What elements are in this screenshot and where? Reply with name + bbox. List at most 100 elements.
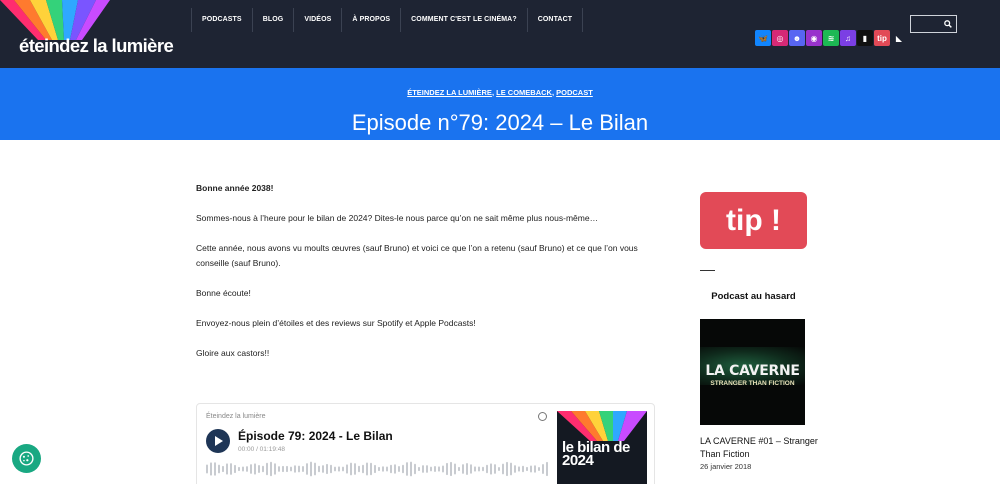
cover-title: le bilan de 2024 — [562, 439, 630, 469]
waveform-bar — [526, 466, 528, 472]
waveform-bar — [506, 461, 508, 477]
article-body: Bonne année 2038! Sommes-nous à l’heure … — [196, 181, 656, 376]
podcast-addict-icon[interactable]: ♫ — [840, 30, 856, 46]
waveform-bar — [286, 465, 288, 473]
waveform-seekbar[interactable] — [206, 460, 551, 478]
waveform-bar — [274, 463, 276, 475]
waveform-bar — [238, 466, 240, 472]
article-paragraph: Sommes-nous à l’heure pour le bilan de 2… — [196, 213, 599, 223]
category-link[interactable]: LE COMEBACK — [496, 88, 552, 97]
waveform-bar — [450, 461, 452, 477]
site-header: éteindez la lumière PODCASTS BLOG VIDÉOS… — [0, 0, 1000, 68]
bluesky-icon[interactable]: 🦋 — [755, 30, 771, 46]
waveform-bar — [426, 465, 428, 473]
episode-cover: le bilan de 2024 — [557, 411, 647, 484]
waveform-bar — [546, 461, 548, 477]
waveform-bar — [382, 466, 384, 472]
waveform-bar — [458, 466, 460, 472]
waveform-bar — [442, 465, 444, 473]
podcast-player: Éteindez la lumière Épisode 79: 2024 - L… — [196, 403, 655, 484]
cookie-consent-button[interactable] — [12, 444, 41, 473]
rss-icon[interactable]: ◣ — [891, 30, 907, 46]
waveform-bar — [230, 463, 232, 475]
spotify-icon[interactable]: ≋ — [823, 30, 839, 46]
logo-rainbow-rays — [0, 0, 110, 40]
waveform-bar — [302, 466, 304, 472]
waveform-bar — [378, 466, 380, 472]
waveform-bar — [318, 465, 320, 473]
waveform-bar — [354, 463, 356, 475]
waveform-bar — [314, 462, 316, 476]
waveform-bar — [530, 465, 532, 473]
tipeee-button[interactable]: tip ! — [700, 192, 807, 249]
cover-rainbow-rays — [557, 411, 647, 441]
waveform-bar — [262, 465, 264, 473]
waveform-bar — [466, 463, 468, 475]
nav-blog[interactable]: BLOG — [251, 8, 294, 32]
waveform-bar — [278, 466, 280, 472]
post-banner: ÉTEINDEZ LA LUMIÈRE, LE COMEBACK, PODCAS… — [0, 68, 1000, 140]
instagram-icon[interactable]: ◎ — [772, 30, 788, 46]
nav-videos[interactable]: VIDÉOS — [293, 8, 341, 32]
waveform-bar — [542, 464, 544, 474]
waveform-bar — [366, 462, 368, 476]
waveform-bar — [482, 466, 484, 472]
waveform-bar — [362, 464, 364, 474]
waveform-bar — [246, 466, 248, 472]
waveform-bar — [298, 465, 300, 473]
waveform-bar — [282, 465, 284, 473]
category-link[interactable]: PODCAST — [556, 88, 593, 97]
waveform-bar — [210, 462, 212, 476]
waveform-bar — [510, 462, 512, 476]
waveform-bar — [474, 466, 476, 472]
main-nav: PODCASTS BLOG VIDÉOS À PROPOS COMMENT C'… — [191, 8, 584, 32]
waveform-bar — [398, 466, 400, 472]
waveform-bar — [226, 463, 228, 475]
apple-podcasts-icon[interactable]: ◉ — [806, 30, 822, 46]
waveform-bar — [374, 464, 376, 474]
waveform-bar — [326, 463, 328, 475]
play-button[interactable] — [206, 429, 230, 453]
nav-comment-cest-le-cinema[interactable]: COMMENT C'EST LE CINÉMA? — [400, 8, 527, 32]
waveform-bar — [538, 466, 540, 472]
nav-contact[interactable]: CONTACT — [526, 8, 584, 32]
player-brand-icon — [538, 412, 547, 421]
waveform-bar — [350, 462, 352, 476]
waveform-bar — [330, 464, 332, 474]
social-links: 🦋 ◎ ☻ ◉ ≋ ♫ ▮ tip ◣ — [755, 30, 907, 46]
nav-podcasts[interactable]: PODCASTS — [191, 8, 252, 32]
waveform-bar — [422, 465, 424, 473]
random-podcast-thumbnail[interactable]: LA CAVERNE STRANGER THAN FICTION — [700, 319, 805, 425]
waveform-bar — [410, 461, 412, 477]
waveform-bar — [534, 465, 536, 473]
waveform-bar — [486, 464, 488, 474]
article-paragraph: Envoyez-nous plein d’étoiles et des revi… — [196, 318, 476, 328]
search-icon[interactable] — [944, 20, 952, 28]
waveform-bar — [470, 464, 472, 474]
waveform-bar — [250, 464, 252, 474]
category-link[interactable]: ÉTEINDEZ LA LUMIÈRE — [407, 88, 492, 97]
waveform-bar — [402, 464, 404, 474]
article-paragraph: Cette année, nous avons vu moults œuvres… — [196, 243, 638, 268]
nav-a-propos[interactable]: À PROPOS — [341, 8, 400, 32]
player-show-name: Éteindez la lumière — [206, 413, 266, 420]
random-podcast-link[interactable]: LA CAVERNE #01 – Stranger Than Fiction — [700, 435, 820, 461]
site-logo[interactable]: éteindez la lumière — [19, 35, 174, 57]
waveform-bar — [394, 464, 396, 474]
deezer-icon[interactable]: ▮ — [857, 30, 873, 46]
waveform-bar — [518, 466, 520, 472]
waveform-bar — [438, 466, 440, 472]
waveform-bar — [514, 465, 516, 473]
article-paragraph: Gloire aux castors!! — [196, 348, 270, 358]
search-input[interactable] — [910, 15, 957, 33]
tipeee-icon[interactable]: tip — [874, 30, 890, 46]
waveform-bar — [414, 463, 416, 475]
waveform-bar — [370, 462, 372, 476]
player-time: 00:00 / 01:19:48 — [238, 446, 285, 453]
waveform-bar — [478, 466, 480, 472]
waveform-bar — [234, 464, 236, 474]
discord-icon[interactable]: ☻ — [789, 30, 805, 46]
waveform-bar — [218, 464, 220, 474]
waveform-bar — [266, 462, 268, 476]
waveform-bar — [522, 465, 524, 473]
